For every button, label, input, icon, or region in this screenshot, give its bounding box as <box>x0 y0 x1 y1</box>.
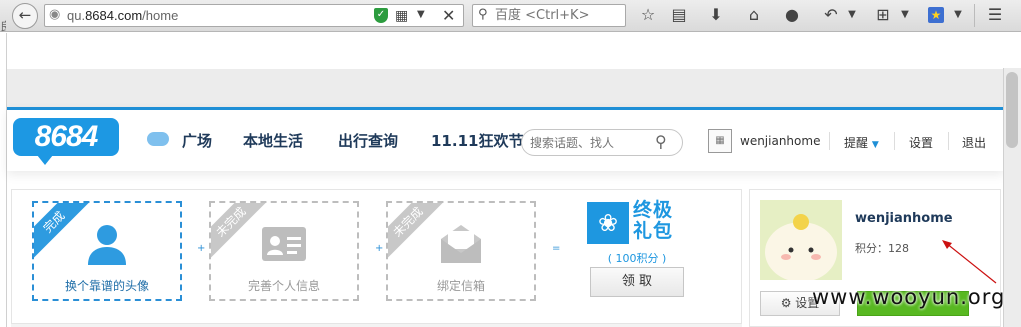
url-prefix: qu. <box>67 8 86 23</box>
profile-score: 积分：128 <box>855 242 909 255</box>
nav-local-life[interactable]: 本地生活 <box>243 130 303 151</box>
task-profile-info[interactable]: 未完成 完善个人信息 <box>209 201 359 301</box>
task-panel: 完成 换个靠谱的头像 + 未完成 完善个人信息 + 未完成 绑定信箱 = ❀ 终… <box>11 189 742 327</box>
id-card-icon <box>262 227 306 261</box>
chevron-down-icon: ▼ <box>871 140 879 150</box>
gift-title-line1: 终极 <box>633 199 674 221</box>
globe-icon: ◉ <box>49 7 61 22</box>
browser-search-bar[interactable]: ⚲ <box>472 4 626 27</box>
gift-pack: ❀ 终极 礼包 ( 100积分 ) <box>587 198 687 265</box>
qr-code-icon[interactable]: ▦ <box>395 8 408 24</box>
task-label: 绑定信箱 <box>436 279 485 293</box>
header-divider <box>894 132 895 150</box>
chat-icon[interactable]: ● <box>781 5 803 25</box>
url-domain: 8684.com <box>85 8 143 23</box>
annotation-arrow <box>942 240 997 284</box>
claim-button[interactable]: 领 取 <box>590 267 684 297</box>
undo-dropdown-icon[interactable]: ▼ <box>846 5 858 25</box>
header-divider <box>829 132 830 150</box>
gift-title-line2: 礼包 <box>633 220 674 242</box>
plus-sign: + <box>375 243 384 254</box>
chevron-down-icon[interactable]: ▼ <box>417 9 425 20</box>
search-icon: ⚲ <box>478 7 488 22</box>
shield-icon[interactable]: ✓ <box>374 8 388 23</box>
remind-link[interactable]: 提醒 ▼ <box>844 134 879 151</box>
scrollbar-thumb[interactable] <box>1006 72 1018 148</box>
gift-points: ( 100积分 ) <box>607 252 667 265</box>
user-icon <box>88 225 126 265</box>
address-bar[interactable]: ◉ qu.8684.com/home ✓ ▦ ▼ ✕ <box>44 4 464 27</box>
download-icon[interactable]: ⬇ <box>705 5 727 25</box>
chat-bubble-icon <box>147 132 177 150</box>
toolbar-divider <box>974 4 975 27</box>
reading-list-icon[interactable]: ▤ <box>668 5 690 25</box>
avatar[interactable]: ▦ <box>708 129 732 153</box>
home-icon[interactable]: ⌂ <box>743 5 765 25</box>
url-path: /home <box>142 8 179 23</box>
crop-dropdown-icon[interactable]: ▼ <box>899 5 911 25</box>
site-logo[interactable]: 8684 <box>13 118 119 165</box>
page-scrollbar[interactable] <box>1003 68 1021 327</box>
site-search-input[interactable] <box>530 134 658 152</box>
crop-icon[interactable]: ⊞ <box>872 5 894 25</box>
task-label: 换个靠谱的头像 <box>64 279 149 293</box>
gift-icon: ❀ <box>587 202 629 244</box>
panel-bottom-edge <box>11 323 742 327</box>
menu-icon[interactable]: ☰ <box>984 5 1006 25</box>
profile-name[interactable]: wenjianhome <box>855 211 953 226</box>
extension-dropdown-icon[interactable]: ▼ <box>952 5 964 25</box>
close-icon[interactable]: ✕ <box>442 6 455 25</box>
envelope-icon <box>441 225 481 263</box>
url-text: qu.8684.com/home <box>67 8 178 23</box>
site-search[interactable]: ⚲ <box>521 129 683 156</box>
undo-icon[interactable]: ↶ <box>820 5 842 25</box>
header-divider <box>948 132 949 150</box>
back-button[interactable]: ← <box>12 3 38 29</box>
gear-icon: ⚙ <box>780 296 792 310</box>
task-avatar[interactable]: 完成 换个靠谱的头像 <box>32 201 182 301</box>
equals-sign: = <box>552 243 561 254</box>
logout-link[interactable]: 退出 <box>962 134 986 151</box>
remind-label: 提醒 <box>844 136 869 150</box>
task-bind-email[interactable]: 未完成 绑定信箱 <box>386 201 536 301</box>
browser-toolbar: ← ◉ qu.8684.com/home ✓ ▦ ▼ ✕ ⚲ ☆ ▤ ⬇ ⌂ ●… <box>0 0 1021 32</box>
search-icon[interactable]: ⚲ <box>655 132 667 151</box>
plus-sign: + <box>197 243 206 254</box>
task-label: 完善个人信息 <box>247 279 320 293</box>
nav-shopping-festival[interactable]: 11.11狂欢节 <box>431 130 523 151</box>
browser-search-input[interactable] <box>495 7 623 24</box>
settings-link[interactable]: 设置 <box>909 134 933 151</box>
gift-title: 终极 礼包 <box>633 200 673 242</box>
avatar[interactable] <box>760 200 842 280</box>
extension-star-icon[interactable]: ★ <box>928 7 944 23</box>
nav-plaza[interactable]: 广场 <box>182 130 212 151</box>
nav-travel-query[interactable]: 出行查询 <box>338 130 398 151</box>
site-header: 8684 广场 本地生活 出行查询 11.11狂欢节 ⚲ ▦ wenjianho… <box>7 107 1004 171</box>
watermark: www.wooyun.org <box>812 285 1006 309</box>
bookmark-star-icon[interactable]: ☆ <box>637 5 659 25</box>
page-viewport: 8684 广场 本地生活 出行查询 11.11狂欢节 ⚲ ▦ wenjianho… <box>6 33 1004 327</box>
header-username[interactable]: wenjianhome <box>740 134 820 148</box>
